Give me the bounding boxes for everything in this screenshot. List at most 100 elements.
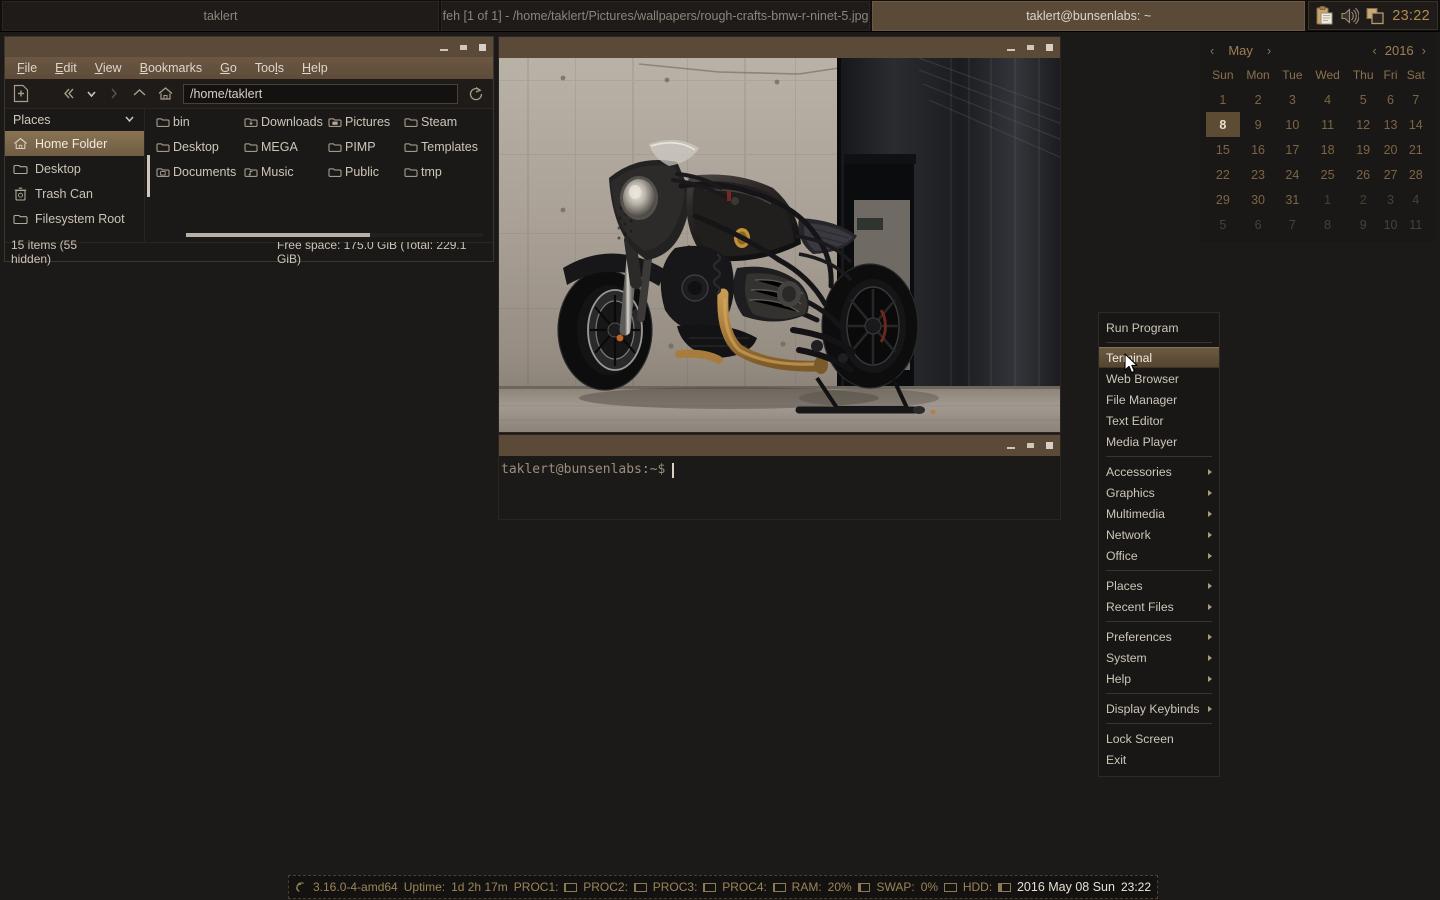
maximize-icon[interactable] bbox=[1026, 43, 1035, 52]
minimize-icon[interactable] bbox=[1007, 441, 1016, 450]
calendar-day: 5 bbox=[1359, 92, 1367, 107]
submenu-arrow-icon bbox=[1208, 675, 1212, 682]
prev-month-icon[interactable]: ‹ bbox=[1210, 44, 1214, 57]
list-item[interactable]: Public bbox=[328, 165, 404, 179]
submenu-arrow-icon bbox=[1208, 633, 1212, 640]
places-header[interactable]: Places bbox=[5, 109, 144, 131]
menu-item-media-player[interactable]: Media Player bbox=[1099, 431, 1219, 452]
close-icon[interactable] bbox=[1045, 43, 1054, 52]
calendar-weekday: Wed bbox=[1315, 67, 1340, 82]
menu-item-display-keybinds[interactable]: Display Keybinds bbox=[1099, 698, 1219, 719]
minimize-icon[interactable] bbox=[1007, 43, 1016, 52]
menu-item-system[interactable]: System bbox=[1099, 647, 1219, 668]
terminal-window[interactable]: taklert@bunsenlabs:~$ bbox=[498, 434, 1061, 520]
list-item[interactable]: bin bbox=[156, 115, 244, 129]
calendar-day: 2 bbox=[1359, 192, 1367, 207]
chevron-down-icon[interactable] bbox=[123, 113, 136, 127]
clipboard-icon[interactable] bbox=[1316, 6, 1333, 25]
motorcycle-photo bbox=[499, 58, 1060, 432]
home-icon[interactable] bbox=[157, 86, 174, 101]
sidebar-item-filesystem-root[interactable]: Filesystem Root bbox=[5, 206, 144, 231]
close-icon[interactable] bbox=[478, 43, 487, 52]
menu-item-web-browser[interactable]: Web Browser bbox=[1099, 368, 1219, 389]
sidebar-item-trash-can[interactable]: Trash Can bbox=[5, 181, 144, 206]
taskbar-task-terminal[interactable]: taklert@bunsenlabs: ~ bbox=[872, 1, 1306, 31]
calendar-day: 12 bbox=[1356, 117, 1371, 132]
root-menu[interactable]: Run Program Terminal Web Browser File Ma… bbox=[1098, 312, 1220, 777]
image-viewer-window[interactable] bbox=[498, 36, 1061, 433]
list-item[interactable]: MEGA bbox=[244, 140, 328, 154]
menu-item-network[interactable]: Network bbox=[1099, 524, 1219, 545]
file-list[interactable]: bin Downloads Pictures Steam Desktop MEG… bbox=[152, 109, 493, 242]
menu-item-lock-screen[interactable]: Lock Screen bbox=[1099, 728, 1219, 749]
menu-item-graphics[interactable]: Graphics bbox=[1099, 482, 1219, 503]
list-item[interactable]: PIMP bbox=[328, 140, 404, 154]
calendar-day: 9 bbox=[1254, 117, 1262, 132]
menu-item-help[interactable]: Help bbox=[1099, 668, 1219, 689]
menu-item-file-manager[interactable]: File Manager bbox=[1099, 389, 1219, 410]
menu-item-preferences[interactable]: Preferences bbox=[1099, 626, 1219, 647]
menu-item-text-editor[interactable]: Text Editor bbox=[1099, 410, 1219, 431]
sidebar-splitter[interactable] bbox=[145, 109, 152, 242]
menu-tools[interactable]: Tools bbox=[255, 61, 284, 75]
menu-file[interactable]: File bbox=[17, 61, 37, 75]
menu-help[interactable]: Help bbox=[302, 61, 328, 75]
proc3-label: PROC3: bbox=[652, 880, 698, 894]
menu-item-terminal[interactable]: Terminal bbox=[1099, 347, 1219, 368]
file-label: Steam bbox=[421, 115, 458, 129]
menu-view[interactable]: View bbox=[95, 61, 122, 75]
menu-item-exit[interactable]: Exit bbox=[1099, 749, 1219, 770]
sidebar-item-desktop[interactable]: Desktop bbox=[5, 156, 144, 181]
maximize-icon[interactable] bbox=[1026, 441, 1035, 450]
submenu-arrow-icon bbox=[1208, 489, 1212, 496]
calendar-week: 15 16 17 18 19 20 21 bbox=[1206, 137, 1430, 162]
next-year-icon[interactable]: › bbox=[1422, 44, 1426, 57]
maximize-icon[interactable] bbox=[459, 43, 468, 52]
scrollbar-thumb[interactable] bbox=[186, 233, 371, 237]
file-manager-titlebar[interactable] bbox=[5, 37, 493, 57]
workspaces-icon[interactable] bbox=[1366, 7, 1385, 25]
horizontal-scrollbar[interactable] bbox=[156, 228, 491, 242]
list-item[interactable]: Music bbox=[244, 165, 328, 179]
sidebar-item-label: Trash Can bbox=[35, 186, 93, 201]
menu-item-office[interactable]: Office bbox=[1099, 545, 1219, 566]
file-manager-toolbar: /home/taklert bbox=[5, 79, 493, 109]
menu-go[interactable]: Go bbox=[220, 61, 237, 75]
reload-icon[interactable] bbox=[467, 85, 485, 103]
back-icon[interactable] bbox=[61, 86, 76, 101]
up-icon[interactable] bbox=[131, 86, 148, 101]
menu-item-label: Terminal bbox=[1106, 350, 1153, 365]
taskbar-task-label: feh [1 of 1] - /home/taklert/Pictures/wa… bbox=[442, 9, 869, 23]
terminal-titlebar[interactable] bbox=[499, 435, 1060, 456]
list-item[interactable]: Downloads bbox=[244, 115, 328, 129]
chevron-down-icon[interactable] bbox=[85, 87, 98, 100]
close-icon[interactable] bbox=[1045, 441, 1054, 450]
file-manager-window[interactable]: File Edit View Bookmarks Go Tools Help /… bbox=[4, 36, 494, 266]
list-item[interactable]: Steam bbox=[404, 115, 480, 129]
taskbar-clock[interactable]: 23:22 bbox=[1392, 8, 1430, 24]
speaker-icon[interactable] bbox=[1340, 7, 1360, 25]
menu-item-accessories[interactable]: Accessories bbox=[1099, 461, 1219, 482]
menu-item-recent-files[interactable]: Recent Files bbox=[1099, 596, 1219, 617]
menu-item-multimedia[interactable]: Multimedia bbox=[1099, 503, 1219, 524]
taskbar-task-feh[interactable]: feh [1 of 1] - /home/taklert/Pictures/wa… bbox=[441, 1, 871, 31]
menu-item-run-program[interactable]: Run Program bbox=[1099, 317, 1219, 338]
prev-year-icon[interactable]: ‹ bbox=[1372, 44, 1376, 57]
list-item[interactable]: Desktop bbox=[156, 140, 244, 154]
menu-item-places[interactable]: Places bbox=[1099, 575, 1219, 596]
minimize-icon[interactable] bbox=[440, 43, 449, 52]
list-item[interactable]: tmp bbox=[404, 165, 480, 179]
new-tab-icon[interactable] bbox=[13, 84, 29, 103]
image-viewer-titlebar[interactable] bbox=[499, 37, 1060, 58]
terminal-output[interactable]: taklert@bunsenlabs:~$ bbox=[499, 456, 1060, 519]
list-item[interactable]: Pictures bbox=[328, 115, 404, 129]
list-item[interactable]: Templates bbox=[404, 140, 480, 154]
list-item[interactable]: Documents bbox=[156, 165, 244, 179]
menu-edit[interactable]: Edit bbox=[55, 61, 77, 75]
path-input[interactable]: /home/taklert bbox=[183, 83, 458, 104]
sidebar-item-home-folder[interactable]: Home Folder bbox=[5, 131, 144, 156]
taskbar-task-taklert[interactable]: taklert bbox=[2, 1, 440, 31]
calendar-weekday-row: Sun Mon Tue Wed Thu Fri Sat bbox=[1206, 62, 1430, 87]
next-month-icon[interactable]: › bbox=[1267, 44, 1271, 57]
menu-bookmarks[interactable]: Bookmarks bbox=[140, 61, 203, 75]
